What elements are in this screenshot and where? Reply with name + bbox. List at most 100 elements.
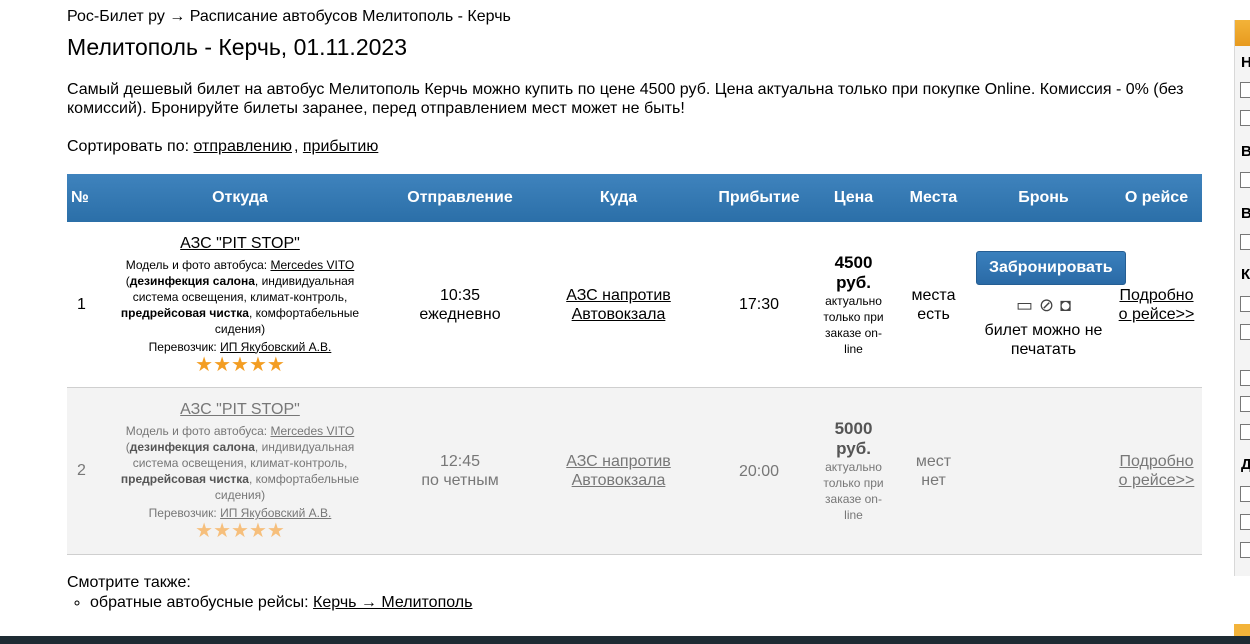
seats-cell: места есть xyxy=(891,222,976,388)
page-title: Мелитополь - Керчь, 01.11.2023 xyxy=(67,34,407,60)
return-route-link[interactable]: Керчь → Мелитополь xyxy=(313,594,472,611)
filter-checkbox[interactable] xyxy=(1240,486,1250,502)
book-button[interactable]: Забронировать xyxy=(976,250,1126,285)
price-note-line-2: только при xyxy=(823,476,884,490)
trip-details-line-1: Подробно xyxy=(1119,286,1194,304)
col-header-num: № xyxy=(67,174,95,222)
filter-checkbox[interactable] xyxy=(1240,324,1250,340)
star-icon: ★ xyxy=(213,353,232,376)
to-cell: АЗС напротив Автовокзала xyxy=(535,222,702,388)
table-header-row: № Откуда Отправление Куда Прибытие Цена … xyxy=(67,174,1202,222)
filter-checkbox[interactable] xyxy=(1240,234,1250,250)
sort-by-arrival-link[interactable]: прибытию xyxy=(303,138,378,155)
table-row: 2 АЗС "PIT STOP" Модель и фото автобуса:… xyxy=(67,387,1202,555)
seats-status-line-1: места xyxy=(911,286,956,304)
sort-label: Сортировать по: xyxy=(67,138,190,155)
col-header-seats: Места xyxy=(891,174,976,222)
price-note-line-1: актуально xyxy=(825,293,882,308)
from-cell: АЗС "PIT STOP" Модель и фото автобуса: M… xyxy=(95,387,385,555)
ticket-note-line-1: билет можно не xyxy=(984,321,1103,339)
see-also-section: Смотрите также: обратные автобусные рейс… xyxy=(67,574,472,612)
filter-checkbox[interactable] xyxy=(1240,296,1250,312)
carrier-label: Перевозчик: xyxy=(148,339,221,354)
filter-checkbox[interactable] xyxy=(1240,424,1250,440)
about-cell: Подробно о рейсе>> xyxy=(1111,222,1202,388)
bus-model-label: Модель и фото автобуса: xyxy=(125,257,271,272)
bus-model-link[interactable]: Mercedes VITO xyxy=(270,258,354,272)
feature-cleaning: предрейсовая чистка xyxy=(120,305,249,320)
to-stop-line-1: АЗС напротив xyxy=(566,453,671,470)
seats-status-line-2: нет xyxy=(921,472,946,489)
sidebar-header xyxy=(1235,20,1250,46)
to-stop-link[interactable]: АЗС напротив Автовокзала xyxy=(566,287,671,323)
trip-details-line-2: о рейсе>> xyxy=(1118,305,1195,323)
from-stop-link[interactable]: АЗС "PIT STOP" xyxy=(180,401,300,419)
col-header-from: Откуда xyxy=(95,174,385,222)
ticket-note-line-2: печатать xyxy=(1010,340,1077,358)
carrier-link[interactable]: ИП Якубовский А.В. xyxy=(220,506,331,520)
carrier-link[interactable]: ИП Якубовский А.В. xyxy=(220,340,331,354)
bus-model-label: Модель и фото автобуса: xyxy=(125,424,271,438)
star-icon: ★ xyxy=(213,520,232,542)
sort-bar: Сортировать по: отправлению, прибытию xyxy=(67,138,380,156)
footer-bar xyxy=(0,636,1250,644)
to-stop-line-2: Автовокзала xyxy=(571,472,666,489)
to-stop-link[interactable]: АЗС напротив Автовокзала xyxy=(566,453,671,489)
rating-stars: ★★★★★ xyxy=(95,521,385,541)
price-note: актуально только при заказе on-line xyxy=(816,459,891,523)
sidebar-footer xyxy=(1234,624,1250,636)
seats-status-line-2: есть xyxy=(917,305,950,323)
filter-checkbox[interactable] xyxy=(1240,370,1250,386)
price-note-line-2: только при xyxy=(823,309,884,324)
feature-disinfection: дезинфекция салона xyxy=(129,273,255,288)
intro-text: Самый дешевый билет на автобус Мелитопол… xyxy=(67,81,1184,117)
price-value: 5000 руб. xyxy=(834,419,873,458)
star-icon: ★ xyxy=(248,520,267,542)
filter-checkbox[interactable] xyxy=(1240,82,1250,98)
col-header-price: Цена xyxy=(816,174,891,222)
star-icon: ★ xyxy=(231,353,249,376)
filter-sidebar: Н В В К Д xyxy=(1234,20,1250,576)
table-row: 1 АЗС "PIT STOP" Модель и фото автобуса:… xyxy=(67,222,1202,388)
star-icon: ★ xyxy=(266,353,285,376)
seats-cell: мест нет xyxy=(891,387,976,555)
row-number: 1 xyxy=(67,222,95,388)
trip-details-line-1: Подробно xyxy=(1119,453,1194,470)
filter-checkbox[interactable] xyxy=(1240,172,1250,188)
schedule-table: № Откуда Отправление Куда Прибытие Цена … xyxy=(67,174,1202,555)
trip-details-line-2: о рейсе>> xyxy=(1118,472,1195,489)
filter-checkbox[interactable] xyxy=(1240,542,1250,558)
sort-by-departure-link[interactable]: отправлению xyxy=(194,138,292,155)
departure-cell: 12:45 по четным xyxy=(385,387,535,555)
sidebar-letter: В xyxy=(1241,143,1250,160)
star-icon: ★ xyxy=(231,520,249,542)
from-stop-link[interactable]: АЗС "PIT STOP" xyxy=(180,235,300,253)
col-header-about: О рейсе xyxy=(1111,174,1202,222)
trip-details-link[interactable]: Подробно о рейсе>> xyxy=(1119,287,1195,323)
seats-status-line-1: мест xyxy=(915,453,952,470)
price-cell: 4500 руб. актуально только при заказе on… xyxy=(816,222,891,388)
departure-time: 10:35 xyxy=(439,286,481,304)
star-icon: ★ xyxy=(248,353,267,376)
bus-info: Модель и фото автобуса: Mercedes VITO (д… xyxy=(105,423,375,503)
price-note-line-1: актуально xyxy=(825,460,882,474)
feature-cleaning: предрейсовая чистка xyxy=(120,472,249,486)
bus-info: Модель и фото автобуса: Mercedes VITO (д… xyxy=(105,257,375,337)
departure-days: ежедневно xyxy=(419,305,501,323)
filter-checkbox[interactable] xyxy=(1240,110,1250,126)
filter-checkbox[interactable] xyxy=(1240,514,1250,530)
carrier-info: Перевозчик: ИП Якубовский А.В. xyxy=(95,340,385,354)
feature-disinfection: дезинфекция салона xyxy=(129,440,255,454)
bus-model-link[interactable]: Mercedes VITO xyxy=(270,424,354,438)
to-cell: АЗС напротив Автовокзала xyxy=(535,387,702,555)
row-number: 2 xyxy=(67,387,95,555)
carrier-info: Перевозчик: ИП Якубовский А.В. xyxy=(95,506,385,520)
no-print-icon: ⊘ xyxy=(1039,294,1055,315)
departure-time: 12:45 xyxy=(439,453,481,470)
filter-checkbox[interactable] xyxy=(1240,396,1250,412)
arrival-time: 20:00 xyxy=(702,387,816,555)
price-note-line-3: заказе on-line xyxy=(825,325,882,356)
from-cell: АЗС "PIT STOP" Модель и фото автобуса: M… xyxy=(95,222,385,388)
breadcrumb: Рос-Билет ру → Расписание автобусов Мели… xyxy=(67,8,511,25)
trip-details-link[interactable]: Подробно о рейсе>> xyxy=(1119,453,1195,489)
